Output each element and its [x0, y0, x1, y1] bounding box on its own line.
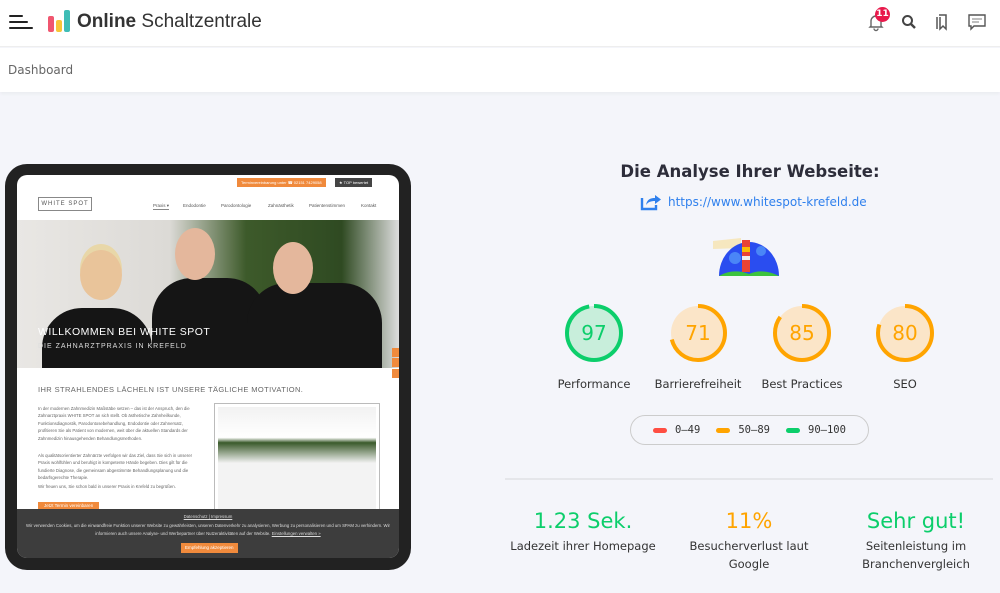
cookie-banner: Datenschutz | Impressum Wir verwenden Co… — [17, 509, 399, 558]
legend-label: 0–49 — [675, 424, 701, 436]
stat-load-time: 1.23 Sek. Ladezeit ihrer Homepage — [493, 508, 673, 555]
legend-item: 50–89 — [716, 424, 770, 436]
score-value: 71 — [685, 321, 711, 345]
top-rated-badge: ★ TOP bewertet — [335, 178, 373, 187]
brand-name: Online Schaltzentrale — [77, 11, 262, 33]
score-legend: 0–49 50–89 90–100 — [630, 415, 869, 445]
website-preview-tablet: Terminvereinbarung unter ☎ 02151 7429058… — [5, 164, 411, 570]
nav-item: Praxis ▾ — [153, 203, 170, 210]
website-screenshot: Terminvereinbarung unter ☎ 02151 7429058… — [17, 175, 399, 558]
website-link[interactable]: https://www.whitespot-krefeld.de — [640, 193, 867, 211]
search-icon[interactable] — [899, 12, 919, 32]
phone-side-icon — [392, 348, 399, 357]
score-value: 85 — [789, 321, 815, 345]
divider — [505, 478, 993, 480]
notification-badge: 11 — [875, 7, 890, 22]
brand-logo-icon — [48, 10, 72, 32]
brand-bold: Online — [77, 11, 137, 32]
team-photo — [214, 403, 380, 513]
stat-label: Seitenleistung im Branchenvergleich — [862, 539, 970, 571]
chat-icon[interactable] — [967, 12, 987, 32]
nav-item: Patientenstimmen — [309, 203, 346, 208]
pin-side-icon — [392, 369, 399, 378]
external-link-icon — [640, 195, 661, 211]
menu-icon[interactable] — [9, 14, 33, 30]
stat-industry-comparison: Sehr gut! Seitenleistung im Branchenvergl… — [826, 508, 1000, 573]
score-label: Barrierefreiheit — [654, 377, 742, 391]
nav-item: Zahnästhetik — [268, 203, 294, 208]
legend-swatch-green — [786, 427, 801, 433]
lighthouse-logo-icon — [713, 238, 779, 276]
score-label: Performance — [557, 377, 631, 391]
legend-item: 90–100 — [786, 424, 846, 436]
legend-item: 0–49 — [653, 424, 700, 436]
appointment-phone-button: Terminvereinbarung unter ☎ 02151 7429058 — [237, 178, 326, 187]
bookmark-icon[interactable] — [933, 12, 953, 32]
top-bar: Online Schaltzentrale 11 — [0, 0, 1000, 47]
stat-value: 11% — [725, 509, 773, 533]
cookie-links: Datenschutz | Impressum — [183, 514, 233, 519]
whitespot-logo: WHITE SPOT — [38, 197, 92, 211]
legend-label: 90–100 — [808, 424, 846, 436]
paragraph: In der modernen Zahnmedizin Maßstäbe set… — [38, 406, 190, 441]
cookie-text: Wir verwenden Cookies, um die einwandfre… — [26, 523, 390, 536]
score-gauge: 85 — [771, 302, 833, 364]
stat-value: Sehr gut! — [866, 509, 966, 533]
score-label: Best Practices — [761, 377, 843, 391]
stat-label: Ladezeit ihrer Homepage — [510, 539, 656, 553]
cookie-settings-link: Einstellungen verwalten » — [271, 530, 321, 536]
breadcrumb: Dashboard — [0, 48, 1000, 92]
brand-rest: Schaltzentrale — [136, 11, 262, 32]
nav-item: Parodontologie — [221, 203, 252, 208]
stat-label: Besucherverlust laut Google — [689, 539, 809, 571]
score-gauge: 71 — [667, 302, 729, 364]
score-label: SEO — [893, 377, 917, 391]
paragraph: Als qualitätsorientierter Zahnärzte verf… — [38, 453, 193, 481]
stat-value: 1.23 Sek. — [533, 509, 633, 533]
paragraph: Wir freuen uns, Sie schon bald in unsere… — [38, 484, 176, 489]
website-url[interactable]: https://www.whitespot-krefeld.de — [668, 195, 867, 209]
score-value: 80 — [892, 321, 918, 345]
legend-swatch-orange — [716, 427, 731, 433]
score-value: 97 — [581, 321, 607, 345]
cookie-accept-button: Empfehlung akzeptieren — [181, 543, 238, 553]
legend-label: 50–89 — [738, 424, 770, 436]
score-gauge: 97 — [563, 302, 625, 364]
mail-side-icon — [392, 358, 399, 367]
hero-subtitle: DIE ZAHNARZTPRAXIS IN KREFELD — [38, 343, 187, 350]
analysis-title: Die Analyse Ihrer Webseite: — [620, 162, 880, 181]
score-gauge: 80 — [874, 302, 936, 364]
nav-item: Endodontie — [183, 203, 206, 208]
hero-image: WILLKOMMEN BEI WHITE SPOT DIE ZAHNARZTPR… — [17, 220, 399, 368]
nav-item: Kontakt — [361, 203, 377, 208]
hero-title: WILLKOMMEN BEI WHITE SPOT — [38, 326, 211, 338]
legend-swatch-red — [653, 427, 668, 433]
section-title: IHR STRAHLENDES LÄCHELN IST UNSERE TÄGLI… — [38, 385, 304, 394]
stat-visitor-loss: 11% Besucherverlust laut Google — [659, 508, 839, 573]
breadcrumb-dashboard[interactable]: Dashboard — [8, 63, 73, 77]
